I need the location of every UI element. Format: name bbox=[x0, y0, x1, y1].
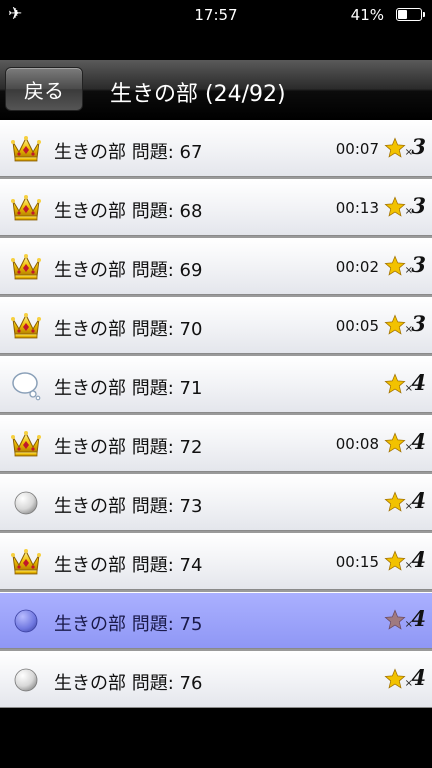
crown-icon bbox=[10, 310, 42, 342]
star-icon bbox=[384, 373, 406, 395]
difficulty-count: 4 bbox=[411, 547, 426, 572]
navigation-bar: 戻る 生きの部 (24/92) bbox=[0, 60, 432, 121]
problem-label: 生きの部 問題: 69 bbox=[54, 260, 203, 281]
circle-icon bbox=[10, 487, 42, 519]
list-item[interactable]: 生きの部 問題: 71 × 4 bbox=[0, 356, 432, 413]
difficulty-count: 4 bbox=[411, 665, 426, 690]
battery-percentage: 41% bbox=[350, 6, 384, 24]
page-title: 生きの部 (24/92) bbox=[110, 82, 286, 107]
thought-bubble-icon bbox=[10, 369, 42, 401]
problem-label: 生きの部 問題: 72 bbox=[54, 437, 203, 458]
back-button[interactable]: 戻る bbox=[5, 67, 83, 111]
star-icon bbox=[384, 314, 406, 336]
solve-time: 00:02 bbox=[335, 258, 379, 276]
difficulty-count: 3 bbox=[411, 311, 426, 336]
circle-icon bbox=[10, 664, 42, 696]
star-icon bbox=[384, 137, 406, 159]
crown-icon bbox=[10, 251, 42, 283]
star-icon bbox=[384, 196, 406, 218]
problem-label: 生きの部 問題: 68 bbox=[54, 201, 203, 222]
solve-time: 00:05 bbox=[335, 317, 379, 335]
status-bar: ✈ 17:57 41% bbox=[0, 0, 432, 30]
star-icon bbox=[384, 609, 406, 631]
list-item[interactable]: 生きの部 問題: 72 00:08 × 4 bbox=[0, 415, 432, 472]
crown-icon bbox=[10, 192, 42, 224]
problem-label: 生きの部 問題: 67 bbox=[54, 142, 203, 163]
solve-time: 00:13 bbox=[335, 199, 379, 217]
star-icon bbox=[384, 491, 406, 513]
difficulty-count: 4 bbox=[411, 606, 426, 631]
battery-icon bbox=[396, 8, 425, 21]
list-item[interactable]: 生きの部 問題: 75 × 4 bbox=[0, 592, 432, 649]
crown-icon bbox=[10, 428, 42, 460]
crown-icon bbox=[10, 546, 42, 578]
problem-label: 生きの部 問題: 74 bbox=[54, 555, 203, 576]
problem-label: 生きの部 問題: 73 bbox=[54, 496, 203, 517]
list-item[interactable]: 生きの部 問題: 76 × 4 bbox=[0, 651, 432, 708]
difficulty-count: 3 bbox=[411, 252, 426, 277]
circle-icon bbox=[10, 605, 42, 637]
problem-label: 生きの部 問題: 75 bbox=[54, 614, 203, 635]
list-item[interactable]: 生きの部 問題: 69 00:02 × 3 bbox=[0, 238, 432, 295]
difficulty-count: 3 bbox=[411, 134, 426, 159]
star-icon bbox=[384, 668, 406, 690]
list-item[interactable]: 生きの部 問題: 67 00:07 × 3 bbox=[0, 120, 432, 177]
difficulty-count: 3 bbox=[411, 193, 426, 218]
list-item[interactable]: 生きの部 問題: 74 00:15 × 4 bbox=[0, 533, 432, 590]
difficulty-count: 4 bbox=[411, 370, 426, 395]
star-icon bbox=[384, 432, 406, 454]
star-icon bbox=[384, 550, 406, 572]
list-item[interactable]: 生きの部 問題: 70 00:05 × 3 bbox=[0, 297, 432, 354]
problem-label: 生きの部 問題: 71 bbox=[54, 378, 203, 399]
star-icon bbox=[384, 255, 406, 277]
problem-label: 生きの部 問題: 70 bbox=[54, 319, 203, 340]
difficulty-count: 4 bbox=[411, 429, 426, 454]
solve-time: 00:07 bbox=[335, 140, 379, 158]
crown-icon bbox=[10, 133, 42, 165]
solve-time: 00:15 bbox=[335, 553, 379, 571]
problem-list[interactable]: 生きの部 問題: 67 00:07 × 3 生きの部 問題: 68 00:13 × 3 生きの部… bbox=[0, 120, 432, 708]
difficulty-count: 4 bbox=[411, 488, 426, 513]
list-item[interactable]: 生きの部 問題: 73 × 4 bbox=[0, 474, 432, 531]
problem-label: 生きの部 問題: 76 bbox=[54, 673, 203, 694]
solve-time: 00:08 bbox=[335, 435, 379, 453]
list-item[interactable]: 生きの部 問題: 68 00:13 × 3 bbox=[0, 179, 432, 236]
